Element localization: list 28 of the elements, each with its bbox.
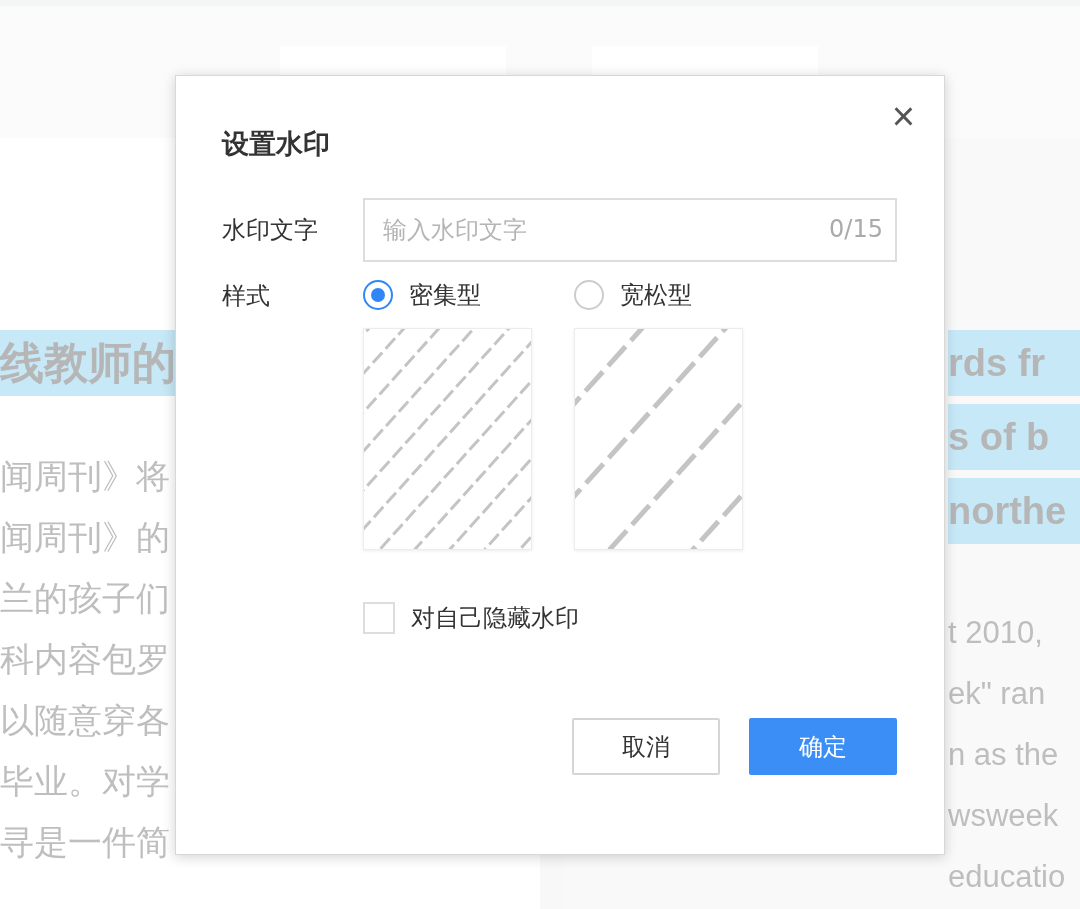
- radio-icon[interactable]: [363, 280, 393, 310]
- radio-option[interactable]: 密集型: [363, 278, 481, 312]
- checkbox-option[interactable]: 对自己隐藏水印: [363, 602, 579, 634]
- body-text: educatio: [948, 858, 1067, 896]
- radio-icon[interactable]: [574, 280, 604, 310]
- body-text: 科内容包罗: [0, 638, 170, 681]
- body-text: wsweek: [948, 797, 1060, 835]
- checkbox[interactable]: [363, 602, 395, 634]
- dialog-title: 设置水印: [222, 127, 330, 161]
- close-button[interactable]: ×: [889, 98, 917, 134]
- radio-option[interactable]: 宽松型: [574, 278, 692, 312]
- field-label: 水印文字: [222, 215, 319, 246]
- field-label: 样式: [222, 281, 271, 312]
- body-text: 以随意穿各: [0, 699, 170, 742]
- body-text: 寻是一件简: [0, 821, 170, 864]
- body-text: n as the: [948, 736, 1060, 774]
- heading-text: s of b: [948, 404, 1080, 470]
- body-text: 兰的孩子们: [0, 577, 170, 620]
- body-text: 闻周刊》的: [0, 516, 170, 559]
- body-text: 毕业。对学: [0, 760, 170, 803]
- character-counter: 0/15: [829, 215, 883, 243]
- body-text: ek" ran: [948, 675, 1047, 713]
- heading-text: northe: [948, 478, 1080, 544]
- heading-text: 线教师的: [0, 330, 175, 396]
- cancel-button[interactable]: 取消: [572, 718, 720, 775]
- body-text: t 2010,: [948, 614, 1044, 652]
- body-text: 闻周刊》将: [0, 455, 170, 498]
- heading-text: rds fr: [948, 330, 1080, 396]
